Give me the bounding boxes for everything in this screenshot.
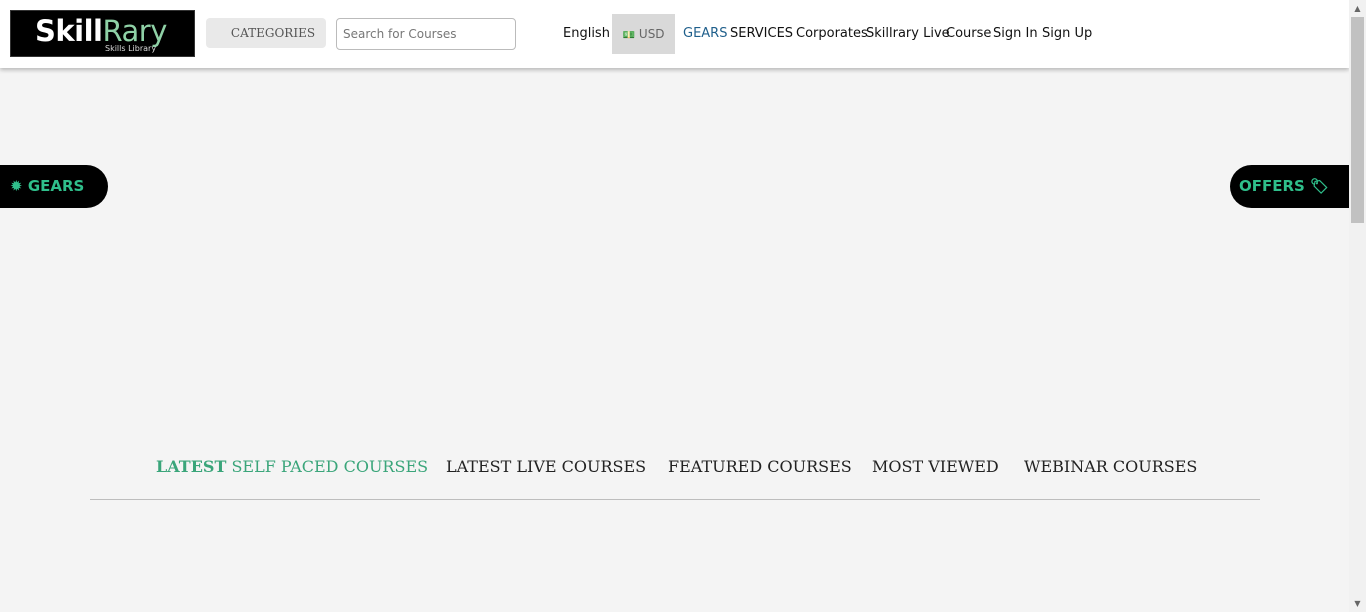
logo-subtitle: Skills Library [105, 44, 157, 53]
course-tabs: LATEST SELF PACED COURSES LATEST LIVE CO… [0, 457, 1349, 481]
nav-gears[interactable]: GEARS [683, 26, 727, 41]
tab-latest-live[interactable]: LATEST LIVE COURSES [446, 457, 646, 476]
currency-label: USD [638, 27, 665, 41]
logo-accent-text: Rary [102, 14, 168, 48]
gears-side-button[interactable]: ✹ GEARS [0, 165, 108, 208]
top-header: SkillRary Skills Library CATEGORIES Sear… [0, 0, 1349, 68]
scroll-up-icon[interactable]: ▲ [1349, 0, 1366, 17]
categories-button[interactable]: CATEGORIES [206, 18, 326, 48]
tab-latest-rest: SELF PACED COURSES [226, 457, 429, 476]
tabs-divider [90, 499, 1260, 500]
tab-latest-bold: LATEST [156, 457, 227, 476]
nav-corporates[interactable]: Corporates [796, 26, 868, 41]
tags-icon: 🏷 [1310, 177, 1330, 195]
page-scrollbar[interactable]: ▲ ▼ [1349, 0, 1366, 612]
nav-sign-up[interactable]: Sign Up [1042, 26, 1092, 41]
scroll-thumb[interactable] [1351, 17, 1364, 223]
skillrary-logo[interactable]: SkillRary Skills Library [10, 10, 195, 57]
language-selector[interactable]: English [563, 26, 610, 41]
scroll-down-icon[interactable]: ▼ [1349, 595, 1366, 612]
tab-most-viewed[interactable]: MOST VIEWED [872, 457, 999, 476]
offers-side-label: OFFERS [1239, 177, 1305, 195]
offers-side-button[interactable]: OFFERS 🏷 [1230, 165, 1349, 208]
tab-latest-self-paced[interactable]: LATEST SELF PACED COURSES [156, 457, 428, 476]
search-input[interactable]: Search for Courses [336, 18, 516, 50]
nav-sign-in[interactable]: Sign In [993, 26, 1038, 41]
logo-text: SkillRary [35, 14, 167, 48]
gears-side-label: GEARS [27, 177, 85, 195]
currency-selector[interactable]: 💵 USD [612, 14, 675, 54]
tab-featured[interactable]: FEATURED COURSES [668, 457, 852, 476]
gear-icon: ✹ [10, 177, 23, 195]
nav-services[interactable]: SERVICES [730, 26, 793, 41]
tab-webinar[interactable]: WEBINAR COURSES [1024, 457, 1197, 476]
logo-main-text: Skill [35, 14, 103, 48]
nav-skillrary-live[interactable]: Skillrary Live [866, 26, 950, 41]
money-icon: 💵 [622, 30, 635, 41]
nav-course[interactable]: Course [946, 26, 991, 41]
